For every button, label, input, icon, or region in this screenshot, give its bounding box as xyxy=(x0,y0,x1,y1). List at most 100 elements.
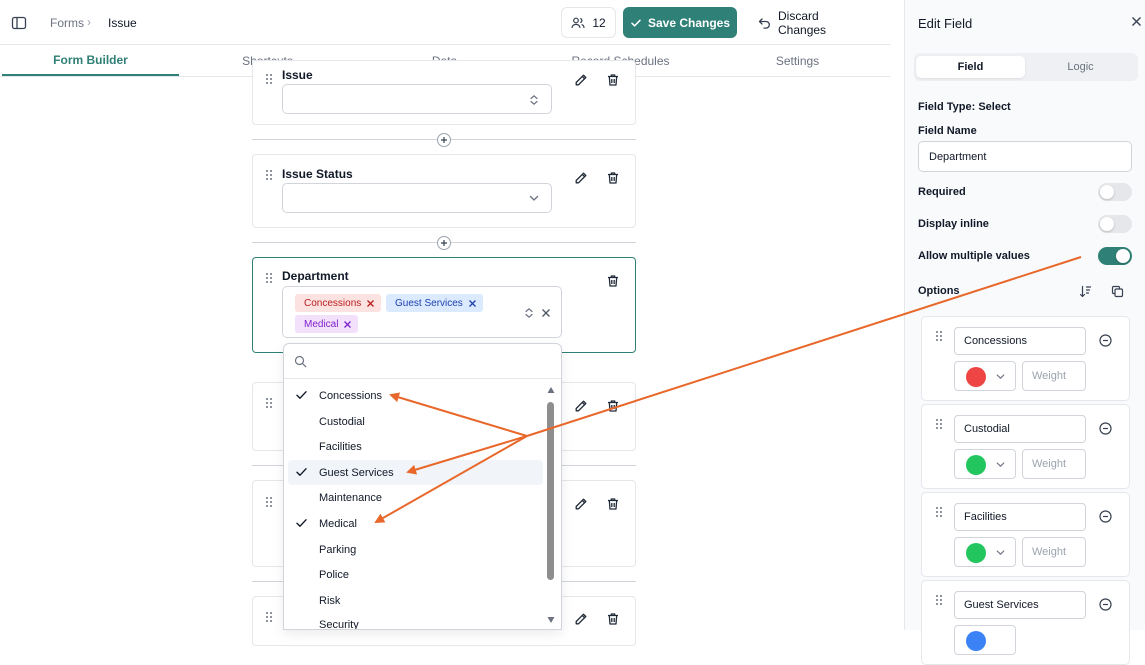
chip-label: Guest Services xyxy=(395,297,463,309)
tab-field[interactable]: Field xyxy=(916,56,1025,78)
drag-handle-icon[interactable] xyxy=(265,397,273,409)
delete-trash-icon[interactable] xyxy=(606,274,620,288)
option-parking[interactable]: Parking xyxy=(288,537,543,562)
drag-handle-icon[interactable] xyxy=(935,506,943,518)
delete-trash-icon[interactable] xyxy=(606,73,620,87)
option-label: Facilities xyxy=(319,440,362,453)
dropdown-scroll-thumb[interactable] xyxy=(547,402,554,580)
option-risk[interactable]: Risk xyxy=(288,588,543,613)
tab-logic[interactable]: Logic xyxy=(1026,56,1135,78)
color-swatch xyxy=(966,455,986,475)
delete-trash-icon[interactable] xyxy=(606,497,620,511)
remove-x-icon[interactable] xyxy=(343,320,352,329)
option-guest-services[interactable]: Guest Services xyxy=(288,460,543,485)
required-label: Required xyxy=(918,186,966,198)
drag-handle-icon[interactable] xyxy=(265,272,273,284)
color-picker[interactable] xyxy=(954,537,1016,567)
sort-icon[interactable] xyxy=(1079,285,1092,298)
chip-label: Medical xyxy=(304,318,339,330)
edit-pencil-icon[interactable] xyxy=(574,612,588,626)
field-card-department[interactable]: Department Concessions Guest Services Me… xyxy=(252,257,636,353)
chip-label: Concessions xyxy=(304,297,362,309)
field-label-department: Department xyxy=(282,269,349,283)
remove-option-minus-icon[interactable] xyxy=(1099,598,1112,611)
field-card-issue[interactable]: Issue xyxy=(252,60,636,125)
delete-trash-icon[interactable] xyxy=(606,399,620,413)
option-custodial[interactable]: Custodial xyxy=(288,409,543,434)
drag-handle-icon[interactable] xyxy=(935,418,943,430)
option-card: Facilities Weight xyxy=(921,492,1130,577)
edit-pencil-icon[interactable] xyxy=(574,399,588,413)
option-facilities[interactable]: Facilities xyxy=(288,434,543,459)
drag-handle-icon[interactable] xyxy=(265,73,273,85)
check-icon xyxy=(296,518,307,528)
sidebar-toggle-icon[interactable] xyxy=(11,15,27,31)
weight-input[interactable]: Weight xyxy=(1022,537,1086,567)
allow-multiple-label: Allow multiple values xyxy=(918,250,1030,262)
allow-multiple-toggle[interactable] xyxy=(1098,247,1132,265)
option-police[interactable]: Police xyxy=(288,562,543,587)
department-multiselect[interactable]: Concessions Guest Services Medical xyxy=(282,286,562,338)
option-maintenance[interactable]: Maintenance xyxy=(288,485,543,510)
color-picker[interactable] xyxy=(954,361,1016,391)
option-label: Police xyxy=(319,568,349,581)
breadcrumb-current: Issue xyxy=(108,16,137,30)
option-concessions[interactable]: Concessions xyxy=(288,383,543,408)
option-name-input[interactable]: Facilities xyxy=(954,503,1086,531)
close-icon[interactable] xyxy=(1131,16,1142,27)
copy-icon[interactable] xyxy=(1111,285,1124,298)
issue-select[interactable] xyxy=(282,84,552,114)
remove-option-minus-icon[interactable] xyxy=(1099,334,1112,347)
breadcrumb-forms-link[interactable]: Forms xyxy=(50,16,84,30)
option-name-input[interactable]: Custodial xyxy=(954,415,1086,443)
dropdown-search[interactable] xyxy=(284,344,561,379)
field-type-label: Field Type: xyxy=(918,101,976,113)
save-changes-button[interactable]: Save Changes xyxy=(623,7,737,38)
edit-pencil-icon[interactable] xyxy=(574,73,588,87)
field-name-input[interactable]: Department xyxy=(918,141,1132,172)
remove-x-icon[interactable] xyxy=(468,299,477,308)
clear-all-x-icon[interactable] xyxy=(541,308,551,318)
department-options-dropdown: Concessions Custodial Facilities Guest S… xyxy=(283,343,562,630)
remove-option-minus-icon[interactable] xyxy=(1099,510,1112,523)
remove-option-minus-icon[interactable] xyxy=(1099,422,1112,435)
field-name-label: Field Name xyxy=(918,125,977,137)
issue-status-select[interactable] xyxy=(282,183,552,213)
tab-form-builder[interactable]: Form Builder xyxy=(2,45,179,76)
collaborators-count: 12 xyxy=(592,15,606,30)
add-field-plus-icon[interactable] xyxy=(437,236,451,250)
field-card-issue-status[interactable]: Issue Status xyxy=(252,154,636,228)
check-icon xyxy=(296,390,307,400)
color-picker[interactable] xyxy=(954,449,1016,479)
option-label: Parking xyxy=(319,543,357,556)
edit-pencil-icon[interactable] xyxy=(574,497,588,511)
color-swatch xyxy=(966,543,986,563)
collaborators-button[interactable]: 12 xyxy=(561,7,616,38)
display-inline-toggle[interactable] xyxy=(1098,215,1132,233)
add-field-plus-icon[interactable] xyxy=(437,133,451,147)
remove-x-icon[interactable] xyxy=(366,299,375,308)
option-card: Concessions Weight xyxy=(921,316,1130,401)
drag-handle-icon[interactable] xyxy=(265,611,273,623)
edit-pencil-icon[interactable] xyxy=(574,171,588,185)
option-label: Maintenance xyxy=(319,491,382,504)
delete-trash-icon[interactable] xyxy=(606,612,620,626)
drag-handle-icon[interactable] xyxy=(265,169,273,181)
option-security[interactable]: Security xyxy=(288,612,543,630)
drag-handle-icon[interactable] xyxy=(935,330,943,342)
delete-trash-icon[interactable] xyxy=(606,171,620,185)
drag-handle-icon[interactable] xyxy=(935,594,943,606)
discard-changes-label: Discard Changes xyxy=(778,8,827,37)
discard-changes-button[interactable]: Discard Changes xyxy=(750,7,870,38)
required-toggle[interactable] xyxy=(1098,183,1132,201)
weight-input[interactable]: Weight xyxy=(1022,361,1086,391)
select-updown-icon[interactable] xyxy=(524,307,534,319)
option-name-input[interactable]: Concessions xyxy=(954,327,1086,355)
option-medical[interactable]: Medical xyxy=(288,511,543,536)
option-name-input[interactable]: Guest Services xyxy=(954,591,1086,619)
drag-handle-icon[interactable] xyxy=(265,496,273,508)
chevron-down-icon xyxy=(996,549,1005,556)
weight-input[interactable]: Weight xyxy=(1022,449,1086,479)
tab-settings[interactable]: Settings xyxy=(709,45,886,76)
breadcrumb-separator: › xyxy=(87,15,91,29)
